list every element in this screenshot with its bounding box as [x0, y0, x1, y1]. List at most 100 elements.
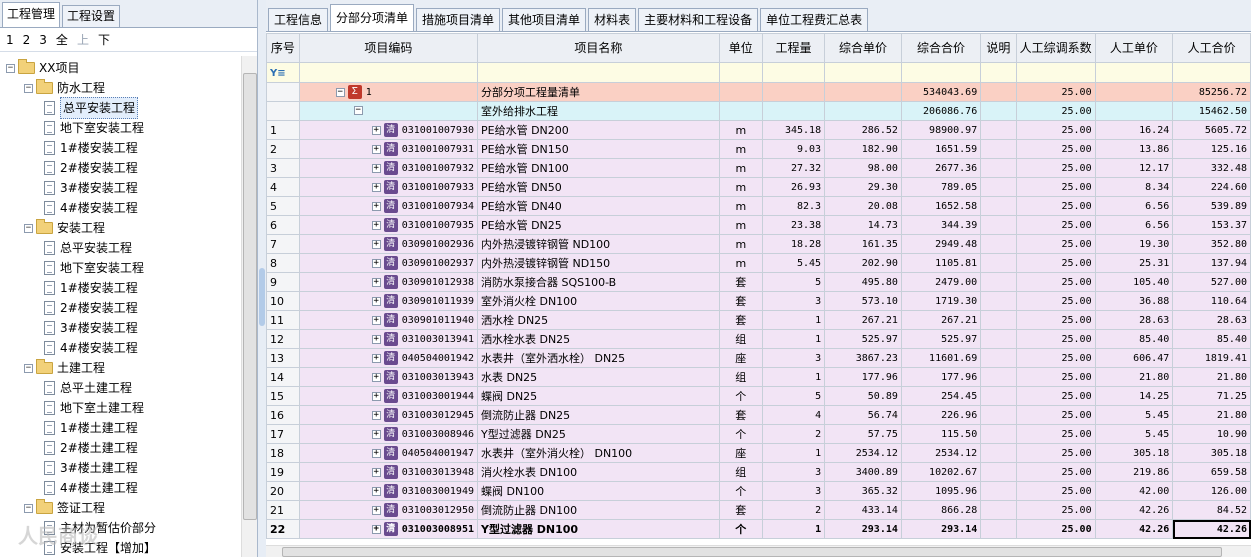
expand-toggle-icon[interactable]: +	[371, 277, 381, 287]
column-header[interactable]: 人工合价	[1172, 33, 1251, 63]
table-row[interactable]: 9 + 清 030901012938 消防水泵接合器 SQS100-B 套 5 495.80 2…	[266, 272, 1251, 292]
tab-project-settings[interactable]: 工程设置	[62, 5, 121, 27]
expand-toggle-icon[interactable]: +	[371, 505, 381, 515]
tree-node[interactable]: − 防水工程	[24, 78, 105, 98]
tree-node[interactable]: 4#楼土建工程	[44, 478, 138, 498]
collapse-toggle-icon[interactable]: −	[24, 83, 33, 93]
tree-node[interactable]: 总平安装工程	[44, 238, 132, 258]
expand-toggle-icon[interactable]: +	[371, 296, 381, 306]
expand-toggle-icon[interactable]: +	[371, 220, 381, 230]
level-3-button[interactable]: 3	[39, 33, 47, 47]
column-header[interactable]: 项目名称	[476, 33, 720, 63]
collapse-toggle-icon[interactable]: −	[24, 503, 33, 513]
summary-row-0[interactable]: − Σ 1 分部分项工程量清单 534043.69 25.00 85256.72	[266, 82, 1251, 102]
column-header[interactable]: 综合单价	[824, 33, 902, 63]
expand-toggle-icon[interactable]: +	[371, 334, 381, 344]
tree-node[interactable]: 1#楼安装工程	[44, 138, 138, 158]
table-row[interactable]: 14 + 清 031003013943 水表 DN25 组 1 177.96 177.96 25.…	[266, 367, 1251, 387]
tree-node[interactable]: − XX项目	[6, 58, 79, 78]
grid-scroll-thumb[interactable]	[282, 547, 1222, 557]
tree-node[interactable]: 地下室安装工程	[44, 118, 144, 138]
tree-node[interactable]: 3#楼安装工程	[44, 318, 138, 338]
table-row[interactable]: 6 + 清 031001007935 PE给水管 DN25 m 23.38 14.73 344.…	[266, 215, 1251, 235]
tree-node[interactable]: 总平土建工程	[44, 378, 132, 398]
expand-toggle-icon[interactable]: +	[371, 163, 381, 173]
filter-icon[interactable]: Y≡	[270, 68, 286, 79]
table-row[interactable]: 17 + 清 031003008946 Y型过滤器 DN25 个 2 57.75 115.50 2…	[266, 424, 1251, 444]
expand-toggle-icon[interactable]: +	[371, 410, 381, 420]
grid-horizontal-scrollbar[interactable]	[266, 545, 1251, 557]
tree-scroll-thumb[interactable]	[243, 73, 257, 520]
column-header[interactable]: 人工综调系数	[1015, 33, 1096, 63]
move-down-button[interactable]: 下	[98, 31, 110, 48]
tab-bill-4[interactable]: 材料表	[588, 8, 637, 31]
tree-node[interactable]: 1#楼土建工程	[44, 418, 138, 438]
tab-bill-1[interactable]: 分部分项清单	[330, 4, 415, 31]
tree-node[interactable]: 2#楼安装工程	[44, 298, 138, 318]
expand-toggle-icon[interactable]: +	[371, 372, 381, 382]
level-1-button[interactable]: 1	[6, 33, 14, 47]
tab-bill-3[interactable]: 其他项目清单	[502, 8, 587, 31]
tree-node[interactable]: − 签证工程	[24, 498, 105, 518]
tree-node[interactable]: 1#楼安装工程	[44, 278, 138, 298]
filter-cell[interactable]: Y≡	[266, 62, 300, 83]
column-header[interactable]: 序号	[266, 33, 300, 63]
table-row[interactable]: 22 + 清 031003008951 Y型过滤器 DN100 个 1 293.14 293.1…	[266, 519, 1251, 539]
expand-toggle-icon[interactable]: +	[371, 467, 381, 477]
collapse-toggle-icon[interactable]: −	[6, 63, 15, 73]
tab-project-management[interactable]: 工程管理	[2, 2, 61, 27]
table-row[interactable]: 5 + 清 031001007934 PE给水管 DN40 m 82.3 20.08 1652.…	[266, 196, 1251, 216]
expand-toggle-icon[interactable]: +	[371, 524, 381, 534]
table-row[interactable]: 10 + 清 030901011939 室外消火栓 DN100 套 3 573.10 1719.…	[266, 291, 1251, 311]
tab-bill-5[interactable]: 主要材料和工程设备	[638, 8, 759, 31]
column-header[interactable]: 综合合价	[900, 33, 982, 63]
level-all-button[interactable]: 全	[56, 31, 68, 48]
table-row[interactable]: 7 + 清 030901002936 内外热浸镀锌钢管 ND100 m 18.28 161.3…	[266, 234, 1251, 254]
tree-node[interactable]: 2#楼安装工程	[44, 158, 138, 178]
table-row[interactable]: 19 + 清 031003013948 消火栓水表 DN100 组 3 3400.89 1020…	[266, 462, 1251, 482]
table-row[interactable]: 2 + 清 031001007931 PE给水管 DN150 m 9.03 182.90 165…	[266, 139, 1251, 159]
table-row[interactable]: 3 + 清 031001007932 PE给水管 DN100 m 27.32 98.00 267…	[266, 158, 1251, 178]
level-2-button[interactable]: 2	[23, 33, 31, 47]
column-header[interactable]: 工程量	[761, 33, 826, 63]
tree-node[interactable]: 4#楼安装工程	[44, 198, 138, 218]
splitter-grip[interactable]	[259, 268, 265, 326]
expand-toggle-icon[interactable]: +	[371, 391, 381, 401]
table-row[interactable]: 13 + 清 040504001942 水表井（室外洒水栓） DN25 座 3 3867.23…	[266, 348, 1251, 368]
table-row[interactable]: 16 + 清 031003012945 倒流防止器 DN25 套 4 56.74 226.96 2…	[266, 405, 1251, 425]
collapse-toggle-icon[interactable]: −	[24, 223, 33, 233]
expand-toggle-icon[interactable]: +	[371, 258, 381, 268]
table-row[interactable]: 15 + 清 031003001944 蝶阀 DN25 个 5 50.89 254.45 25.0…	[266, 386, 1251, 406]
expand-toggle-icon[interactable]: +	[371, 201, 381, 211]
tree-node[interactable]: 3#楼安装工程	[44, 178, 138, 198]
tree-node[interactable]: 2#楼土建工程	[44, 438, 138, 458]
tree-node[interactable]: 4#楼安装工程	[44, 338, 138, 358]
move-up-button[interactable]: 上	[77, 31, 89, 48]
tree-node[interactable]: − 土建工程	[24, 358, 105, 378]
column-header[interactable]: 人工单价	[1094, 33, 1174, 63]
tree-scrollbar[interactable]	[241, 56, 257, 557]
tree-node[interactable]: 安装工程【增加】	[44, 538, 156, 557]
table-row[interactable]: 20 + 清 031003001949 蝶阀 DN100 个 3 365.32 1095.96 2…	[266, 481, 1251, 501]
table-row[interactable]: 18 + 清 040504001947 水表井（室外消火栓） DN100 座 1 2534.1…	[266, 443, 1251, 463]
tab-bill-0[interactable]: 工程信息	[268, 8, 329, 31]
summary-row-1[interactable]: − 室外给排水工程 206086.76 25.00 15462.50	[266, 101, 1251, 121]
column-header[interactable]: 项目编码	[298, 33, 478, 63]
expand-toggle-icon[interactable]: +	[371, 182, 381, 192]
tree-node[interactable]: 地下室安装工程	[44, 258, 144, 278]
table-row[interactable]: 1 + 清 031001007930 PE给水管 DN200 m 345.18 286.52 9…	[266, 120, 1251, 140]
expand-toggle-icon[interactable]: +	[371, 239, 381, 249]
expand-toggle-icon[interactable]: +	[371, 144, 381, 154]
collapse-toggle-icon[interactable]: −	[335, 87, 345, 97]
tree-node[interactable]: 总平安装工程	[44, 97, 139, 119]
table-row[interactable]: 12 + 清 031003013941 洒水栓水表 DN25 组 1 525.97 525.97…	[266, 329, 1251, 349]
tab-bill-2[interactable]: 措施项目清单	[416, 8, 501, 31]
expand-toggle-icon[interactable]: +	[371, 448, 381, 458]
expand-toggle-icon[interactable]: +	[371, 125, 381, 135]
tree-node[interactable]: − 安装工程	[24, 218, 105, 238]
expand-toggle-icon[interactable]: +	[371, 353, 381, 363]
expand-toggle-icon[interactable]: +	[371, 429, 381, 439]
tree-node[interactable]: 3#楼土建工程	[44, 458, 138, 478]
expand-toggle-icon[interactable]: +	[371, 486, 381, 496]
column-header[interactable]: 单位	[718, 33, 763, 63]
